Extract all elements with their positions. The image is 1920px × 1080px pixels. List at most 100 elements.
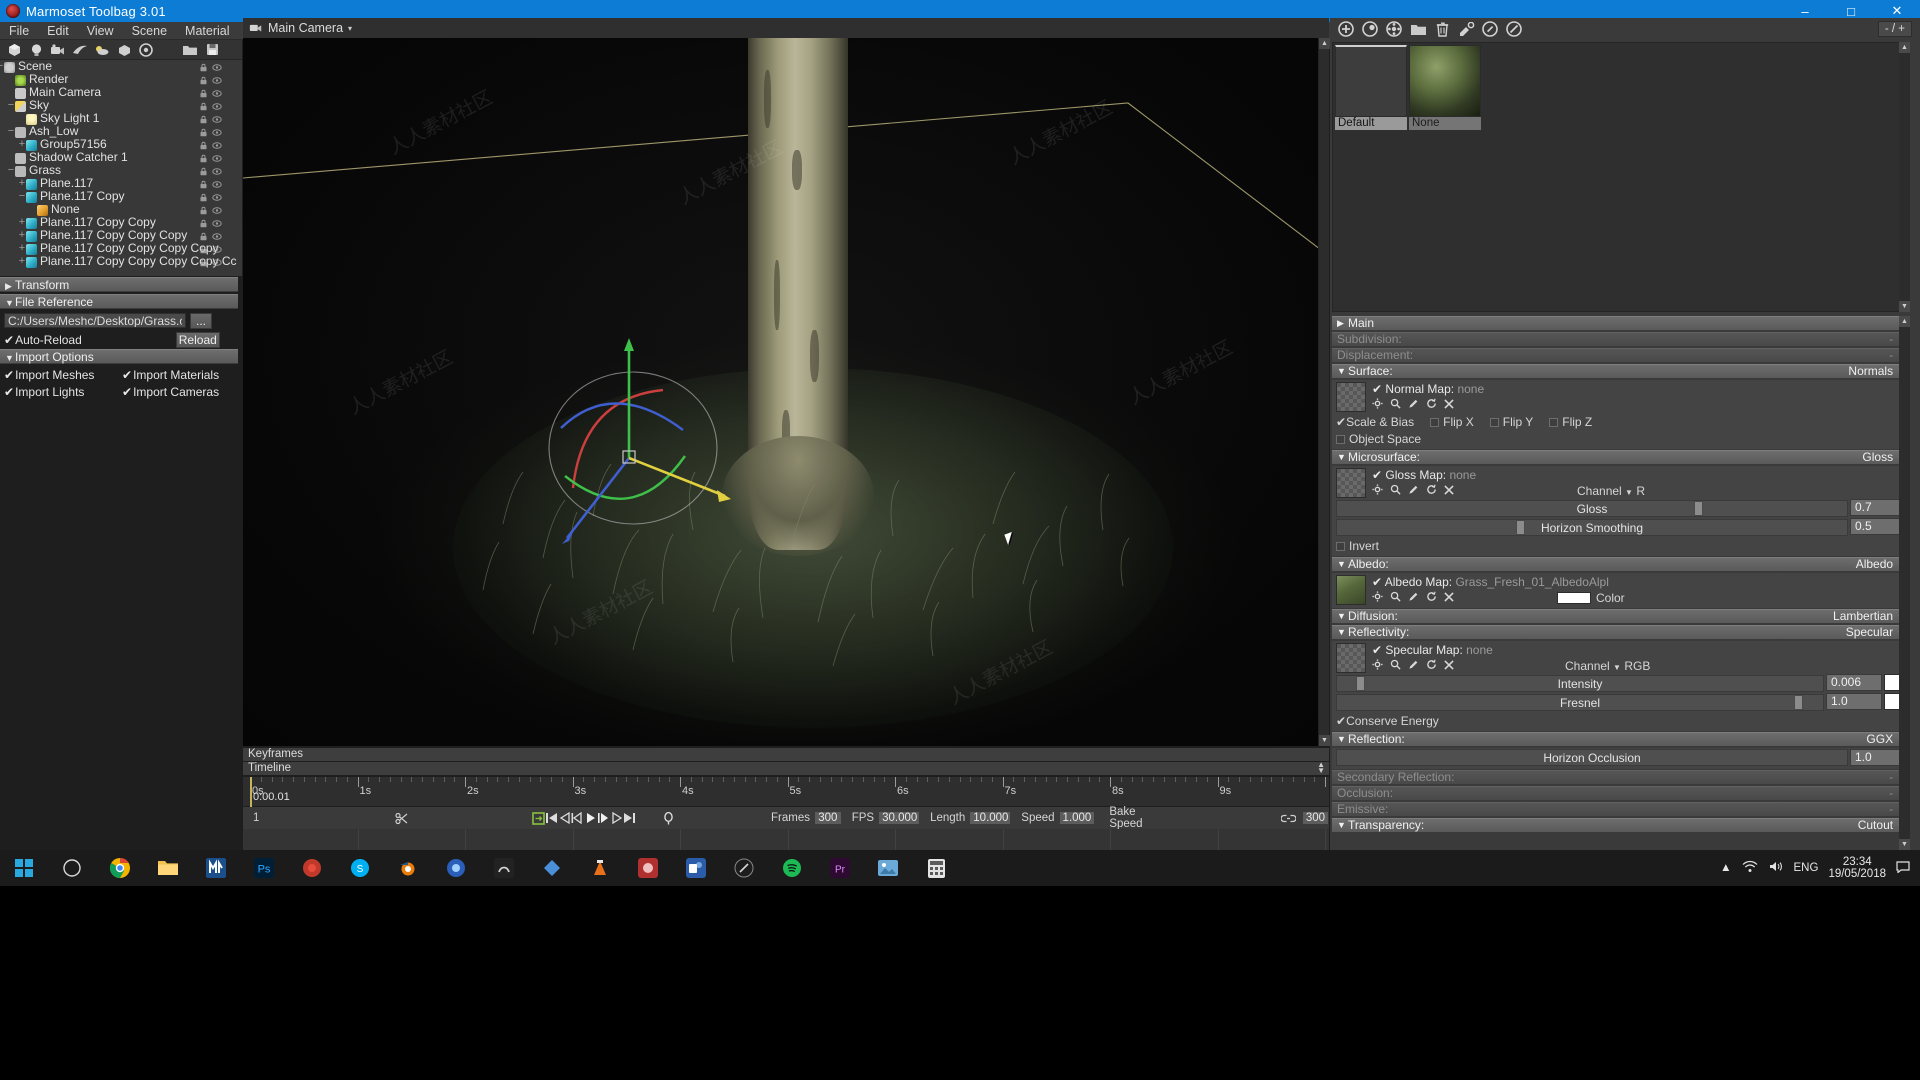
speed-field[interactable]: 1.000 <box>1058 811 1096 825</box>
step-forward-icon[interactable] <box>597 810 610 826</box>
transform-gizmo[interactable] <box>543 338 733 548</box>
assign-material-icon[interactable] <box>1454 19 1478 39</box>
scissors-icon[interactable] <box>395 810 408 826</box>
gear-icon[interactable] <box>1372 590 1383 605</box>
scene-tree-panel[interactable]: −SceneRenderMain Camera−SkySky Light 1−A… <box>0 60 242 276</box>
scroll-down-icon[interactable]: ▼ <box>1319 735 1330 746</box>
scene-item-toggles[interactable] <box>199 243 239 254</box>
object-icon[interactable] <box>113 41 135 59</box>
edit-icon[interactable] <box>1408 397 1419 412</box>
visibility-icon[interactable] <box>212 88 222 97</box>
lock-icon[interactable] <box>199 179 208 189</box>
lock-icon[interactable] <box>199 140 208 150</box>
expand-icon[interactable]: + <box>16 216 28 229</box>
object-space-checkbox[interactable]: Object Space <box>1336 432 1421 446</box>
material-list[interactable]: Default None <box>1332 42 1910 312</box>
mesh-icon[interactable] <box>3 41 25 59</box>
intensity-value[interactable]: 0.006 <box>1826 674 1882 691</box>
step-back-icon[interactable] <box>558 810 571 826</box>
auto-reload-checkbox[interactable]: ✔Auto-Reload <box>4 333 82 347</box>
fresnel-slider[interactable]: Fresnel <box>1336 694 1824 711</box>
viewport-3d[interactable]: 人人素材社区 人人素材社区 人人素材社区 人人素材社区 人人素材社区 人人素材社… <box>243 38 1329 746</box>
search-circle-icon[interactable] <box>48 850 96 886</box>
transparency-section-header[interactable]: ▼ Transparency: Cutout▼ <box>1332 818 1910 833</box>
record-icon[interactable] <box>288 850 336 886</box>
material-item-default[interactable]: Default <box>1335 45 1407 130</box>
expand-icon[interactable]: + <box>16 177 28 190</box>
skype-icon[interactable]: S <box>336 850 384 886</box>
scale-bias-checkbox[interactable]: ✔Scale & Bias <box>1336 415 1414 429</box>
premiere-icon[interactable]: Pr <box>816 850 864 886</box>
normal-map-title[interactable]: ✔ Normal Map: none <box>1372 382 1906 396</box>
horizon-occlusion-slider[interactable]: Horizon Occlusion <box>1336 749 1848 766</box>
frames-field[interactable]: 300 <box>814 811 842 825</box>
link-icon[interactable] <box>1280 810 1296 826</box>
key-icon[interactable] <box>662 810 675 826</box>
albedo-map-thumbnail[interactable] <box>1336 575 1366 605</box>
visibility-icon[interactable] <box>212 218 222 227</box>
refresh-icon[interactable] <box>1426 658 1437 673</box>
visibility-icon[interactable] <box>212 244 222 253</box>
collapse-icon[interactable]: − <box>16 190 28 203</box>
expand-icon[interactable]: + <box>16 229 28 242</box>
lock-icon[interactable] <box>199 88 208 98</box>
reload-button[interactable]: Reload <box>175 331 220 348</box>
intensity-slider[interactable]: Intensity <box>1336 675 1824 692</box>
chevron-up-icon[interactable]: ▲ <box>1720 862 1731 874</box>
viewport-camera-label[interactable]: Main Camera <box>268 21 343 35</box>
import-cameras-checkbox[interactable]: ✔Import Cameras <box>122 385 219 399</box>
specular-map-thumbnail[interactable] <box>1336 643 1366 673</box>
spotify-icon[interactable] <box>768 850 816 886</box>
import-materials-checkbox[interactable]: ✔Import Materials <box>122 368 219 382</box>
visibility-icon[interactable] <box>212 62 222 71</box>
gallery-icon[interactable] <box>864 850 912 886</box>
albedo-map-title[interactable]: ✔ Albedo Map: Grass_Fresh_01_AlbedoAlpl <box>1372 575 1906 589</box>
file-path-input[interactable] <box>4 313 186 328</box>
lock-icon[interactable] <box>199 231 208 241</box>
refresh-icon[interactable] <box>1426 590 1437 605</box>
menu-file[interactable]: File <box>0 22 38 40</box>
photoshop-icon[interactable]: Ps <box>240 850 288 886</box>
browse-button[interactable]: ... <box>190 312 212 329</box>
specular-channel-dropdown[interactable]: Channel ▼ RGB <box>1565 659 1650 673</box>
normal-map-thumbnail[interactable] <box>1336 382 1366 412</box>
transparency-mode-dropdown[interactable]: Cutout▼ <box>1858 818 1905 834</box>
keyshot-icon[interactable] <box>720 850 768 886</box>
timeline-ruler[interactable]: 0s 1s 2s 3s 4s 5s 6s 7s 8s 9s <box>243 777 1329 807</box>
lock-icon[interactable] <box>199 127 208 137</box>
action-center-icon[interactable] <box>1896 860 1910 876</box>
clear-material-icon[interactable] <box>1382 19 1406 39</box>
lock-icon[interactable] <box>199 101 208 111</box>
reflectivity-section-header[interactable]: ▼ Reflectivity: Specular▼ <box>1332 625 1910 640</box>
timeline-playhead[interactable] <box>250 777 252 807</box>
network-icon[interactable] <box>1742 860 1758 876</box>
search-icon[interactable] <box>1390 397 1401 412</box>
scene-item-toggles[interactable] <box>199 113 239 124</box>
scene-item-toggles[interactable] <box>199 204 239 215</box>
main-section-header[interactable]: ▶ Main <box>1332 316 1910 331</box>
invert-checkbox[interactable]: Invert <box>1336 539 1379 553</box>
render-icon[interactable] <box>135 41 157 59</box>
scene-item-toggles[interactable] <box>199 256 239 267</box>
load-material-icon[interactable] <box>1406 19 1430 39</box>
displacement-row[interactable]: Displacement: -▼ <box>1332 348 1910 363</box>
bake-speed-field[interactable]: 300 <box>1301 811 1329 825</box>
visibility-icon[interactable] <box>212 205 222 214</box>
folder-icon[interactable] <box>179 41 201 59</box>
teams-icon[interactable] <box>672 850 720 886</box>
fps-field[interactable]: 30.000 <box>878 811 921 825</box>
import-meshes-checkbox[interactable]: ✔Import Meshes <box>4 368 122 382</box>
visibility-icon[interactable] <box>212 140 222 149</box>
menu-edit[interactable]: Edit <box>38 22 78 40</box>
scroll-up-icon[interactable]: ▲ <box>1899 42 1910 53</box>
scene-tree-item[interactable]: − Grass <box>0 164 242 177</box>
fresnel-value[interactable]: 1.0 <box>1826 693 1882 710</box>
albedo-section-header[interactable]: ▼ Albedo: Albedo▼ <box>1332 557 1910 572</box>
flip-x-checkbox[interactable]: Flip X <box>1430 415 1474 429</box>
lock-icon[interactable] <box>199 192 208 202</box>
scene-tree-item[interactable]: − Sky <box>0 99 242 112</box>
shadow-catcher-icon[interactable] <box>69 41 91 59</box>
camera-icon[interactable] <box>47 41 69 59</box>
explorer-icon[interactable] <box>144 850 192 886</box>
gloss-map-title[interactable]: ✔ Gloss Map: none <box>1372 468 1906 482</box>
